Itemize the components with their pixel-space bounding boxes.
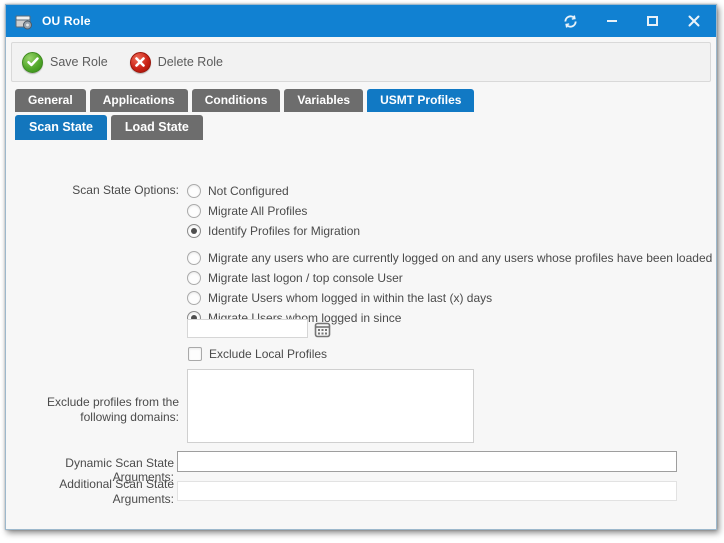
radio-migrate-last-logon[interactable]: Migrate last logon / top console User xyxy=(187,268,403,288)
save-role-label: Save Role xyxy=(50,55,108,69)
main-tab-bar: General Applications Conditions Variable… xyxy=(15,89,474,112)
save-role-button[interactable]: Save Role xyxy=(22,52,108,73)
titlebar: OU Role xyxy=(6,5,716,37)
radio-migrate-last-x-days[interactable]: Migrate Users whom logged in within the … xyxy=(187,288,492,308)
toolbar: Save Role Delete Role xyxy=(11,42,711,82)
calendar-icon[interactable] xyxy=(313,320,331,338)
minimize-icon[interactable] xyxy=(603,13,620,30)
scan-state-options-label: Scan State Options: xyxy=(6,183,179,197)
tab-conditions[interactable]: Conditions xyxy=(192,89,281,112)
delete-role-button[interactable]: Delete Role xyxy=(130,52,223,73)
radio-label: Migrate any users who are currently logg… xyxy=(208,251,712,265)
delete-role-label: Delete Role xyxy=(158,55,223,69)
subtab-load-state[interactable]: Load State xyxy=(111,115,203,140)
radio-label: Migrate All Profiles xyxy=(208,204,307,218)
additional-args-label: Additional Scan State Arguments: xyxy=(6,477,174,507)
tab-variables[interactable]: Variables xyxy=(284,89,363,112)
radio-icon xyxy=(187,224,201,238)
radio-not-configured[interactable]: Not Configured xyxy=(187,181,289,201)
ou-role-dialog: OU Role Save xyxy=(5,4,717,530)
radio-icon xyxy=(187,251,201,265)
radio-icon xyxy=(187,271,201,285)
exclude-domains-label: Exclude profiles from the following doma… xyxy=(6,395,179,425)
server-box-icon xyxy=(15,13,34,30)
tab-applications[interactable]: Applications xyxy=(90,89,188,112)
checkbox-label: Exclude Local Profiles xyxy=(209,347,327,361)
tab-usmt-profiles[interactable]: USMT Profiles xyxy=(367,89,474,112)
checkbox-icon xyxy=(188,347,202,361)
radio-label: Identify Profiles for Migration xyxy=(208,224,360,238)
radio-icon xyxy=(187,204,201,218)
subtab-scan-state[interactable]: Scan State xyxy=(15,115,107,140)
dynamic-scan-state-arguments-input[interactable] xyxy=(177,451,677,472)
sub-tab-bar: Scan State Load State xyxy=(15,115,203,140)
radio-migrate-logged-on-users[interactable]: Migrate any users who are currently logg… xyxy=(187,248,712,268)
exclude-domains-textarea[interactable] xyxy=(187,369,474,443)
close-icon[interactable] xyxy=(685,13,702,30)
refresh-icon[interactable] xyxy=(562,13,579,30)
save-check-icon xyxy=(22,52,43,73)
tab-general[interactable]: General xyxy=(15,89,86,112)
delete-x-icon xyxy=(130,52,151,73)
radio-label: Not Configured xyxy=(208,184,289,198)
radio-label: Migrate last logon / top console User xyxy=(208,271,403,285)
logged-in-since-date-input[interactable] xyxy=(187,319,308,338)
maximize-icon[interactable] xyxy=(644,13,661,30)
additional-scan-state-arguments-input[interactable] xyxy=(177,481,677,501)
window-title: OU Role xyxy=(42,14,91,28)
radio-icon xyxy=(187,184,201,198)
exclude-local-profiles-checkbox[interactable]: Exclude Local Profiles xyxy=(188,344,327,364)
radio-label: Migrate Users whom logged in within the … xyxy=(208,291,492,305)
radio-identify-profiles[interactable]: Identify Profiles for Migration xyxy=(187,221,360,241)
radio-icon xyxy=(187,291,201,305)
radio-migrate-all-profiles[interactable]: Migrate All Profiles xyxy=(187,201,307,221)
